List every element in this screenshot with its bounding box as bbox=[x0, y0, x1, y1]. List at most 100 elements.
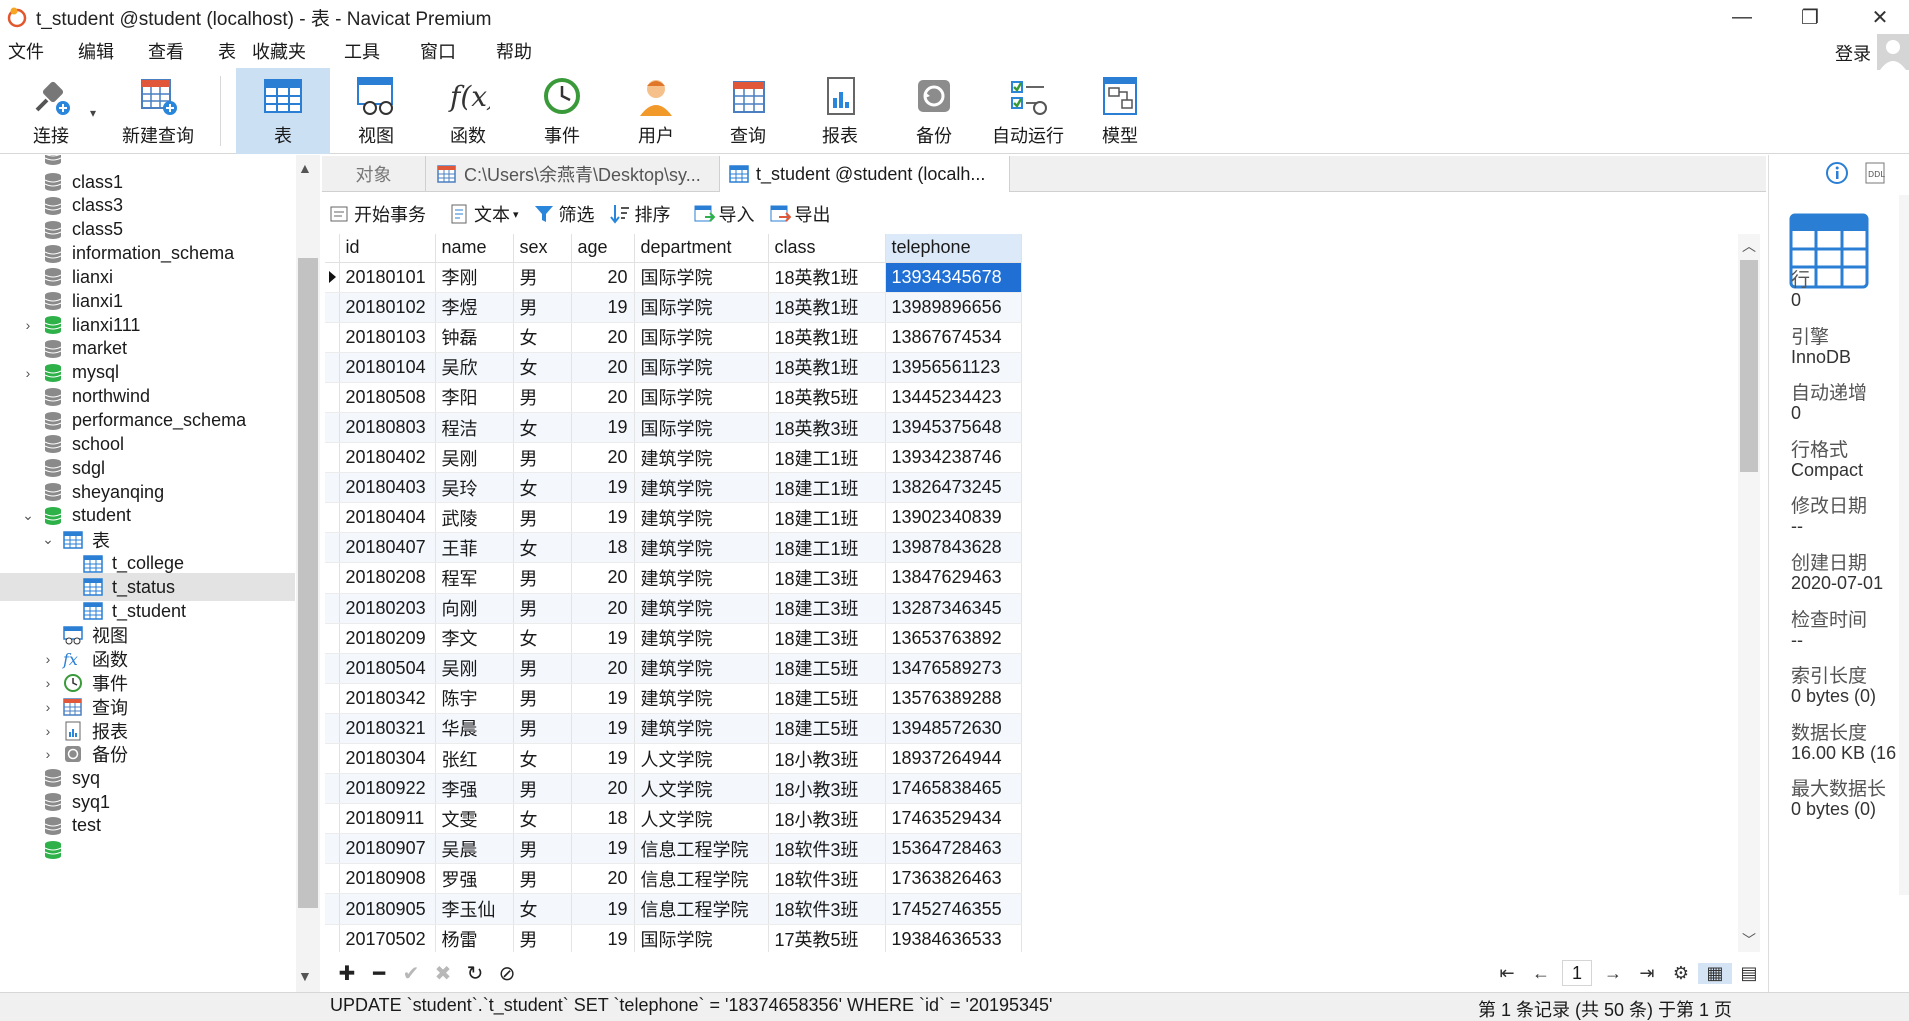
row-marker[interactable] bbox=[325, 924, 340, 952]
cell-department[interactable]: 信息工程学院 bbox=[634, 863, 769, 895]
cell-sex[interactable]: 男 bbox=[513, 863, 572, 895]
discard-changes-icon[interactable]: ✖ bbox=[432, 961, 454, 986]
cell-sex[interactable]: 男 bbox=[513, 653, 572, 684]
cell-department[interactable]: 建筑学院 bbox=[634, 683, 769, 714]
cell-telephone[interactable]: 13989896656 bbox=[885, 292, 1022, 323]
row-marker[interactable] bbox=[325, 352, 340, 383]
cell-name[interactable]: 李文 bbox=[435, 623, 514, 654]
sort-button[interactable]: 排序 bbox=[609, 201, 671, 227]
table-row[interactable]: 20180504 吴刚男 20 建筑学院 18建工5班 13476589273 bbox=[325, 653, 1022, 684]
autorun-button[interactable]: 自动运行 bbox=[978, 68, 1078, 154]
sidebar-scroll-down-icon[interactable]: ▼ bbox=[298, 968, 312, 984]
user-avatar[interactable] bbox=[1877, 34, 1909, 70]
cell-department[interactable]: 建筑学院 bbox=[634, 593, 769, 624]
cell-age[interactable]: 20 bbox=[571, 322, 635, 353]
row-marker[interactable] bbox=[325, 803, 340, 835]
cell-id[interactable]: 20180209 bbox=[339, 623, 436, 654]
connect-dropdown-icon[interactable]: ▾ bbox=[90, 106, 96, 120]
cell-id[interactable]: 20180922 bbox=[339, 773, 436, 805]
cell-age[interactable]: 20 bbox=[571, 262, 635, 293]
menu-table[interactable]: 表 bbox=[210, 38, 244, 64]
cell-class[interactable]: 18小教3班 bbox=[768, 803, 886, 835]
cell-sex[interactable]: 女 bbox=[513, 472, 572, 504]
cell-class[interactable]: 18英教1班 bbox=[768, 352, 886, 383]
cell-name[interactable]: 吴欣 bbox=[435, 352, 514, 383]
cell-class[interactable]: 18小教3班 bbox=[768, 773, 886, 805]
expand-chevron-icon[interactable]: › bbox=[40, 746, 56, 762]
cell-sex[interactable]: 男 bbox=[513, 713, 572, 745]
cell-name[interactable]: 李强 bbox=[435, 773, 514, 805]
cell-id[interactable]: 20180403 bbox=[339, 472, 436, 504]
cell-telephone[interactable]: 13445234423 bbox=[885, 382, 1022, 413]
cell-class[interactable]: 18小教3班 bbox=[768, 743, 886, 775]
ddl-icon[interactable]: DDL bbox=[1863, 161, 1887, 185]
cell-telephone[interactable]: 17465838465 bbox=[885, 773, 1022, 805]
cell-age[interactable]: 19 bbox=[571, 713, 635, 745]
table-row[interactable]: 20180321 华晨男 19 建筑学院 18建工5班 13948572630 bbox=[325, 713, 1022, 745]
cell-class[interactable]: 18建工1班 bbox=[768, 502, 886, 534]
tab-query-file[interactable]: C:\Users\余燕青\Desktop\sy... bbox=[428, 156, 720, 192]
row-marker[interactable] bbox=[325, 653, 340, 684]
cell-id[interactable]: 20180907 bbox=[339, 833, 436, 865]
menu-edit[interactable]: 编辑 bbox=[70, 38, 122, 64]
row-marker[interactable] bbox=[325, 442, 340, 474]
cell-id[interactable]: 20180504 bbox=[339, 653, 436, 684]
row-marker[interactable] bbox=[325, 502, 340, 534]
cell-department[interactable]: 人文学院 bbox=[634, 773, 769, 805]
sidebar-scroll-up-icon[interactable]: ▲ bbox=[298, 160, 312, 176]
cell-class[interactable]: 17英教5班 bbox=[768, 924, 886, 952]
cell-id[interactable]: 20180102 bbox=[339, 292, 436, 323]
cell-sex[interactable]: 男 bbox=[513, 683, 572, 714]
cell-age[interactable]: 20 bbox=[571, 562, 635, 594]
view-button[interactable]: 视图 bbox=[336, 68, 416, 154]
column-header-telephone[interactable]: telephone bbox=[885, 234, 1022, 263]
cell-id[interactable]: 20180208 bbox=[339, 562, 436, 594]
column-header-id[interactable]: id bbox=[339, 234, 436, 263]
table-row[interactable]: 20180911 文雯女 18 人文学院 18小教3班 17463529434 bbox=[325, 803, 1022, 835]
expand-chevron-icon[interactable]: › bbox=[40, 723, 56, 739]
delete-record-icon[interactable]: ━ bbox=[368, 961, 390, 986]
table-button[interactable]: 表 bbox=[236, 68, 330, 154]
cell-id[interactable]: 20180407 bbox=[339, 532, 436, 564]
text-button[interactable]: 文本 ▾ bbox=[448, 201, 519, 227]
menu-window[interactable]: 窗口 bbox=[412, 38, 464, 64]
cell-department[interactable]: 建筑学院 bbox=[634, 713, 769, 745]
table-row[interactable]: 20180103 钟磊女 20 国际学院 18英教1班 13867674534 bbox=[325, 322, 1022, 353]
cell-sex[interactable]: 男 bbox=[513, 382, 572, 413]
form-view-icon[interactable]: ▤ bbox=[1732, 963, 1766, 984]
table-row[interactable]: 20180342 陈宇男 19 建筑学院 18建工5班 13576389288 bbox=[325, 683, 1022, 714]
column-header-name[interactable]: name bbox=[435, 234, 514, 263]
menu-favorites[interactable]: 收藏夹 bbox=[244, 38, 314, 64]
grid-scroll-up-icon[interactable]: ︿ bbox=[1742, 236, 1756, 256]
cell-age[interactable]: 20 bbox=[571, 773, 635, 805]
cell-class[interactable]: 18软件3班 bbox=[768, 833, 886, 865]
cell-telephone[interactable]: 17363826463 bbox=[885, 863, 1022, 895]
table-row[interactable]: 20180102 李煜男 19 国际学院 18英教1班 13989896656 bbox=[325, 292, 1022, 323]
row-marker[interactable] bbox=[325, 743, 340, 775]
cell-telephone[interactable]: 13653763892 bbox=[885, 623, 1022, 654]
row-marker[interactable] bbox=[325, 562, 340, 594]
cell-id[interactable]: 20180321 bbox=[339, 713, 436, 745]
cell-sex[interactable]: 男 bbox=[513, 442, 572, 474]
next-page-icon[interactable]: → bbox=[1596, 963, 1630, 984]
cell-age[interactable]: 19 bbox=[571, 833, 635, 865]
cell-name[interactable]: 李刚 bbox=[435, 262, 514, 293]
cell-age[interactable]: 19 bbox=[571, 924, 635, 952]
table-row[interactable]: 20180208 程军男 20 建筑学院 18建工3班 13847629463 bbox=[325, 562, 1022, 594]
cell-class[interactable]: 18英教1班 bbox=[768, 292, 886, 323]
sidebar-scrollbar-thumb[interactable] bbox=[298, 258, 318, 908]
table-row[interactable]: 20180203 向刚男 20 建筑学院 18建工3班 13287346345 bbox=[325, 593, 1022, 624]
begin-transaction-button[interactable]: 开始事务 bbox=[328, 201, 426, 227]
cell-age[interactable]: 20 bbox=[571, 863, 635, 895]
collapse-chevron-icon[interactable]: ⌄ bbox=[40, 531, 56, 548]
cell-id[interactable]: 20180404 bbox=[339, 502, 436, 534]
collapse-chevron-icon[interactable]: ⌄ bbox=[20, 507, 36, 524]
grid-view-icon[interactable]: ▦ bbox=[1698, 962, 1732, 984]
cell-telephone[interactable]: 13476589273 bbox=[885, 653, 1022, 684]
cell-telephone[interactable]: 17452746355 bbox=[885, 893, 1022, 925]
cell-class[interactable]: 18建工1班 bbox=[768, 442, 886, 474]
cell-telephone[interactable]: 13956561123 bbox=[885, 352, 1022, 383]
cell-department[interactable]: 国际学院 bbox=[634, 262, 769, 293]
cell-class[interactable]: 18建工5班 bbox=[768, 713, 886, 745]
info-icon[interactable] bbox=[1825, 161, 1849, 185]
